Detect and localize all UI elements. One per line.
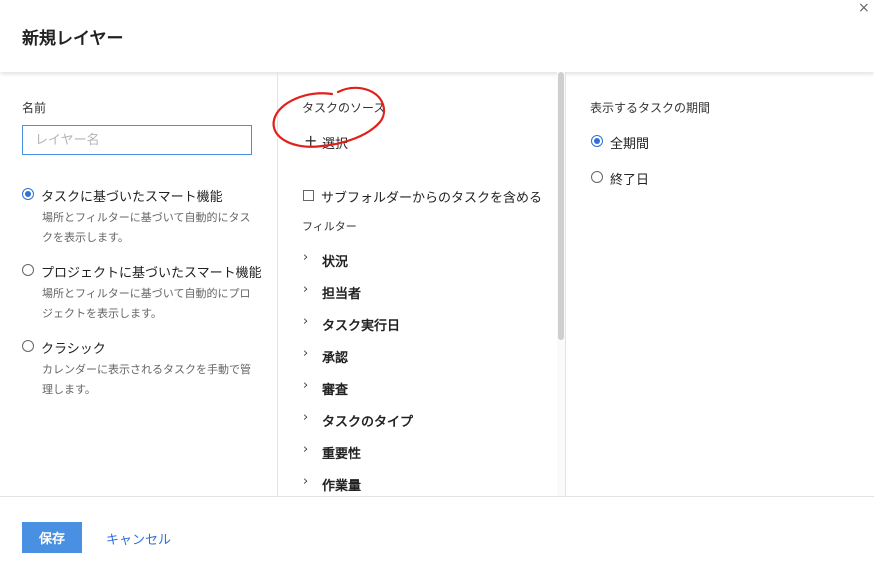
radio-project-smart[interactable] (22, 264, 34, 276)
close-icon[interactable]: × (858, 1, 870, 15)
middle-scrollbar[interactable] (557, 72, 565, 497)
dialog-header: 新規レイヤー × (0, 0, 874, 72)
filter-approval[interactable]: › 承認 (303, 346, 533, 366)
filter-execution-date[interactable]: › タスク実行日 (303, 314, 533, 334)
option-classic-label: クラシック (41, 342, 106, 357)
filter-workload[interactable]: › 作業量 (303, 474, 533, 494)
red-annotation-circle (272, 86, 386, 148)
chevron-right-icon: › (303, 410, 309, 425)
subfolder-label[interactable]: サブフォルダーからのタスクを含める (321, 187, 542, 206)
filter-task-type[interactable]: › タスクのタイプ (303, 410, 533, 430)
filter-task-type-label: タスクのタイプ (322, 415, 414, 430)
radio-period-all[interactable] (591, 135, 603, 147)
filter-review-label: 審査 (322, 383, 349, 398)
footer-divider (0, 496, 874, 497)
filter-workload-label: 作業量 (322, 479, 362, 494)
filter-label: フィルター (302, 220, 357, 233)
save-button[interactable]: 保存 (22, 522, 82, 553)
filter-review[interactable]: › 審査 (303, 378, 533, 398)
option-project-smart-label: プロジェクトに基づいたスマート機能 (41, 266, 262, 281)
scrollbar-thumb[interactable] (558, 72, 564, 340)
period-end-date-label: 終了日 (610, 173, 650, 188)
column-divider-right (565, 72, 566, 497)
chevron-right-icon: › (303, 282, 309, 297)
chevron-right-icon: › (303, 314, 309, 329)
filter-assignee[interactable]: › 担当者 (303, 282, 533, 302)
filter-importance[interactable]: › 重要性 (303, 442, 533, 462)
option-project-smart-desc: 場所とフィルターに基づいて自動的にプロジェクトを表示します。 (42, 287, 251, 320)
name-label: 名前 (22, 101, 47, 115)
layer-name-input[interactable] (22, 125, 252, 155)
dialog-title: 新規レイヤー (22, 29, 124, 49)
option-task-smart-label: タスクに基づいたスマート機能 (41, 190, 223, 205)
period-label: 表示するタスクの期間 (590, 101, 711, 115)
filter-assignee-label: 担当者 (322, 287, 362, 302)
radio-classic[interactable] (22, 340, 34, 352)
option-classic-desc: カレンダーに表示されるタスクを手動で管理します。 (42, 363, 251, 396)
chevron-right-icon: › (303, 346, 309, 361)
chevron-right-icon: › (303, 378, 309, 393)
chevron-right-icon: › (303, 442, 309, 457)
filter-status-label: 状況 (322, 255, 349, 270)
filter-importance-label: 重要性 (322, 447, 362, 462)
radio-task-smart[interactable] (22, 188, 34, 200)
filter-execution-date-label: タスク実行日 (322, 319, 401, 334)
filter-approval-label: 承認 (322, 351, 349, 366)
radio-period-end-date[interactable] (591, 171, 603, 183)
chevron-right-icon: › (303, 250, 309, 265)
filter-status[interactable]: › 状況 (303, 250, 533, 270)
cancel-button[interactable]: キャンセル (106, 529, 171, 548)
chevron-right-icon: › (303, 474, 309, 489)
period-all-label: 全期間 (610, 137, 650, 152)
option-task-smart-desc: 場所とフィルターに基づいて自動的にタスクを表示します。 (42, 211, 251, 244)
subfolder-checkbox[interactable] (303, 190, 314, 201)
